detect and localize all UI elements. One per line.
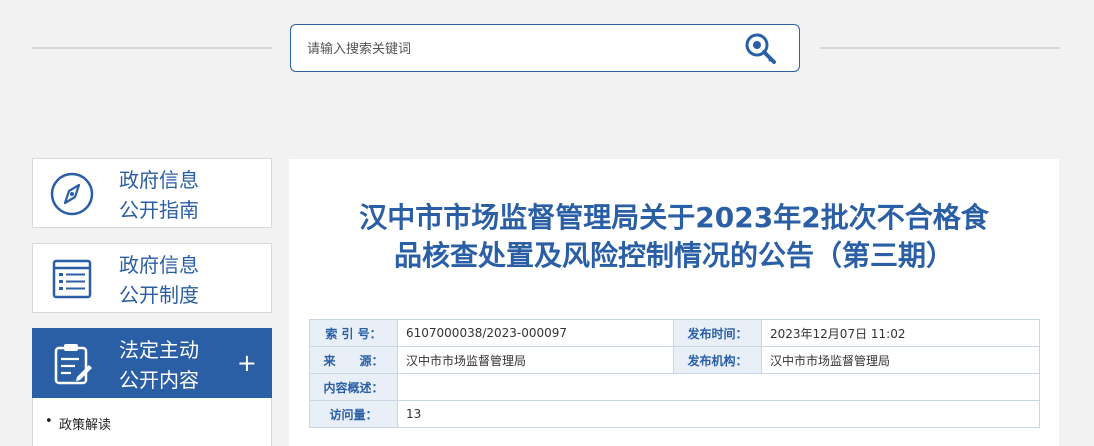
views-label: 访问量： xyxy=(309,400,398,428)
sidebar-subitem-policy-interpretation[interactable]: 政策解读 xyxy=(45,414,111,433)
table-row: 来 源： 汉中市市场监督管理局 发布机构： 汉中市市场监督管理局 xyxy=(309,346,1040,374)
table-row: 索 引 号： 6107000038/2023-000097 发布时间： 2023… xyxy=(309,319,1040,347)
summary-value xyxy=(397,373,1040,401)
clipboard-edit-icon xyxy=(54,344,92,385)
document-list-icon xyxy=(52,259,92,299)
sidebar-item-label: 政府信息 公开制度 xyxy=(119,253,199,307)
article-title: 汉中市市场监督管理局关于2023年2批次不合格食 品核查处置及风险控制情况的公告… xyxy=(359,201,989,272)
date-label: 发布时间： xyxy=(673,319,762,347)
search-input[interactable] xyxy=(305,37,729,61)
index-label: 索 引 号： xyxy=(309,319,398,347)
article-meta-table: 索 引 号： 6107000038/2023-000097 发布时间： 2023… xyxy=(309,319,1040,428)
sidebar-item-guide[interactable]: 政府信息 公开指南 xyxy=(32,158,272,228)
table-row: 内容概述： xyxy=(309,373,1040,401)
compass-icon xyxy=(50,172,94,216)
article-panel: 汉中市市场监督管理局关于2023年2批次不合格食 品核查处置及风险控制情况的公告… xyxy=(289,159,1059,446)
sidebar-submenu: 政策解读 xyxy=(32,398,272,446)
org-value: 汉中市市场监督管理局 xyxy=(761,346,1040,374)
views-value: 13 xyxy=(397,400,1040,428)
header-divider-right xyxy=(820,47,1060,49)
sidebar-item-label: 法定主动 公开内容 xyxy=(119,338,199,392)
search-icon[interactable] xyxy=(743,31,779,67)
sidebar-item-statutory[interactable]: 法定主动 公开内容 + xyxy=(32,328,272,398)
org-label: 发布机构： xyxy=(673,346,762,374)
expand-icon[interactable]: + xyxy=(237,349,257,377)
sidebar-item-system[interactable]: 政府信息 公开制度 xyxy=(32,243,272,313)
header-divider-left xyxy=(32,47,272,49)
source-label: 来 源： xyxy=(309,346,398,374)
table-row: 访问量： 13 xyxy=(309,400,1040,428)
index-value: 6107000038/2023-000097 xyxy=(397,319,674,347)
sidebar-item-label: 政府信息 公开指南 xyxy=(119,168,199,222)
date-value: 2023年12月07日 11:02 xyxy=(761,319,1040,347)
source-value: 汉中市市场监督管理局 xyxy=(397,346,674,374)
search-box xyxy=(290,24,800,72)
summary-label: 内容概述： xyxy=(309,373,398,401)
